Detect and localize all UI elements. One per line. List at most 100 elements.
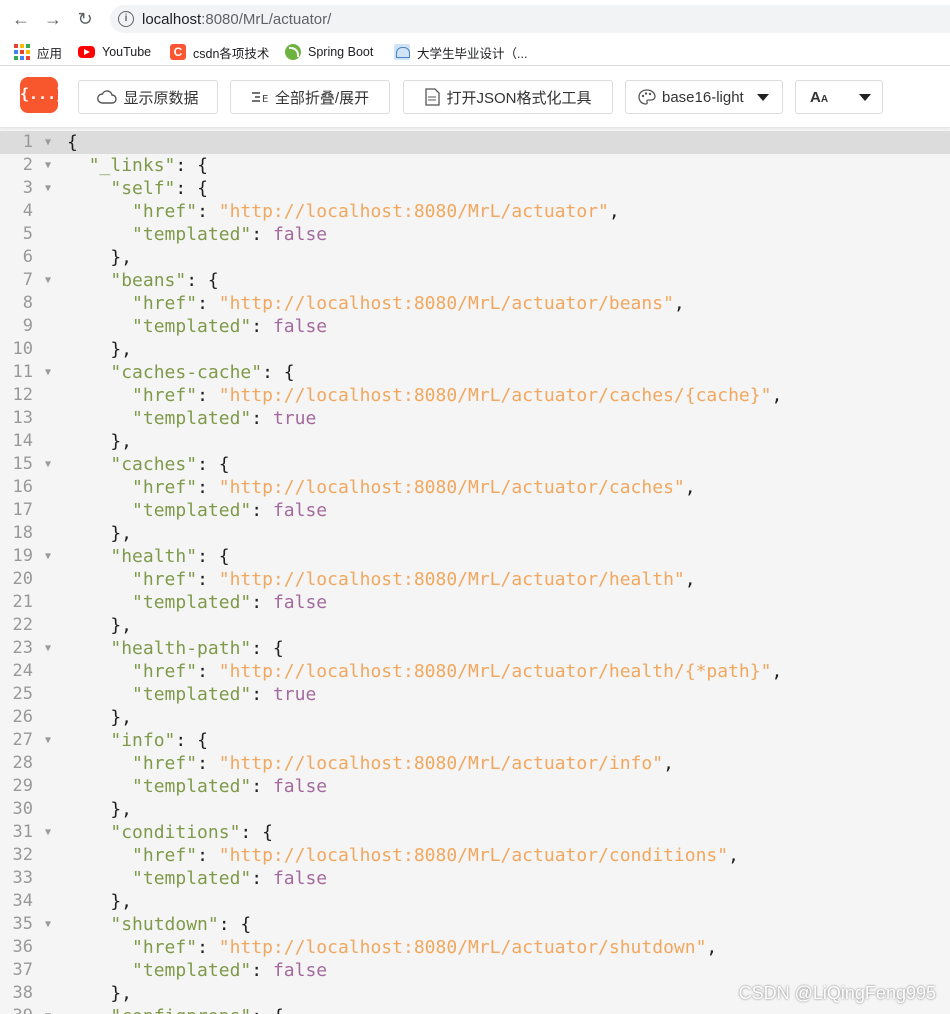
fold-toggle-icon[interactable]: ▼	[45, 453, 51, 476]
bookmark-label: csdn各项技术	[193, 46, 270, 61]
theme-select[interactable]: base16-light	[625, 80, 783, 114]
show-raw-button[interactable]: 显示原数据	[78, 80, 218, 114]
url-field[interactable]: i localhost:8080/MrL/actuator/	[110, 5, 950, 33]
url-text: localhost:8080/MrL/actuator/	[142, 11, 331, 28]
line-number: 8	[22, 293, 33, 313]
bookmark-graduation-design[interactable]: 大学生毕业设计（...	[394, 42, 527, 62]
palette-icon	[638, 89, 656, 105]
fold-toggle-icon[interactable]: ▼	[45, 131, 51, 154]
forward-arrow-icon[interactable]: →	[40, 7, 66, 31]
browser-address-bar: ← → ↻ i localhost:8080/MrL/actuator/	[0, 0, 950, 38]
fold-toggle-icon[interactable]: ▼	[45, 913, 51, 936]
fold-toggle-icon[interactable]: ▼	[45, 177, 51, 200]
bookmark-label: YouTube	[102, 45, 152, 59]
back-arrow-icon[interactable]: ←	[8, 7, 34, 31]
code-line: 28 "href": "http://localhost:8080/MrL/ac…	[0, 752, 950, 775]
fold-toggle-button[interactable]: E 全部折叠/展开	[230, 80, 390, 114]
line-number: 29	[12, 776, 33, 796]
fold-toggle-icon[interactable]: ▼	[45, 545, 51, 568]
line-number: 16	[12, 477, 33, 497]
bookmark-youtube[interactable]: YouTube	[78, 42, 151, 62]
youtube-icon	[78, 46, 95, 58]
code-text: "href": "http://localhost:8080/MrL/actua…	[132, 845, 739, 866]
code-line: 32 "href": "http://localhost:8080/MrL/ac…	[0, 844, 950, 867]
code-line: 2 ▼ "_links": {	[0, 154, 950, 177]
code-line: 14 },	[0, 430, 950, 453]
site-info-icon[interactable]: i	[118, 11, 134, 27]
open-formatter-button[interactable]: 打开JSON格式化工具	[403, 80, 613, 114]
code-line: 37 "templated": false	[0, 959, 950, 982]
line-number: 24	[12, 661, 33, 681]
code-text: "configprops": {	[67, 1005, 283, 1014]
fold-toggle-icon[interactable]: ▼	[45, 269, 51, 292]
chevron-down-icon	[757, 94, 769, 101]
bookmark-label: 应用	[37, 46, 63, 61]
code-line: 35 ▼ "shutdown": {	[0, 913, 950, 936]
code-line: 29 "templated": false	[0, 775, 950, 798]
line-number: 2	[22, 155, 33, 175]
code-line: 16 "href": "http://localhost:8080/MrL/ac…	[0, 476, 950, 499]
code-line: 26 },	[0, 706, 950, 729]
csdn-icon: C	[170, 44, 186, 60]
fold-toggle-icon[interactable]: ▼	[45, 821, 51, 844]
code-text: "templated": false	[132, 224, 328, 245]
code-text: "self": {	[110, 178, 208, 199]
line-number: 13	[12, 408, 33, 428]
code-line: 27 ▼ "info": {	[0, 729, 950, 752]
line-number: 28	[12, 753, 33, 773]
line-number: 4	[22, 201, 33, 221]
code-text: "templated": true	[132, 684, 317, 705]
json-viewer-toolbar: {...} 显示原数据 E 全部折叠/展开 打开JSON格式化工具 base16…	[0, 66, 950, 128]
font-size-label: A	[810, 88, 821, 106]
code-text: "href": "http://localhost:8080/MrL/actua…	[132, 569, 696, 590]
line-number: 37	[12, 960, 33, 980]
bookmark-spring-boot[interactable]: Spring Boot	[285, 42, 373, 62]
fold-toggle-icon[interactable]: ▼	[45, 637, 51, 660]
code-line: 9 "templated": false	[0, 315, 950, 338]
code-text: "href": "http://localhost:8080/MrL/actua…	[132, 937, 718, 958]
code-line: 20 "href": "http://localhost:8080/MrL/ac…	[0, 568, 950, 591]
line-number: 36	[12, 937, 33, 957]
line-number: 25	[12, 684, 33, 704]
code-text: {	[67, 132, 78, 153]
line-number: 23	[12, 638, 33, 658]
fold-toggle-icon[interactable]: ▼	[45, 1005, 51, 1014]
line-number: 9	[22, 316, 33, 336]
reload-icon[interactable]: ↻	[72, 7, 98, 31]
line-number: 39	[0, 1005, 33, 1014]
bookmark-csdn[interactable]: C csdn各项技术	[170, 42, 269, 62]
json-viewer-logo[interactable]: {...}	[20, 77, 65, 113]
fold-toggle-icon[interactable]: ▼	[45, 361, 51, 384]
line-number: 19	[12, 546, 33, 566]
code-line: 11 ▼ "caches-cache": {	[0, 361, 950, 384]
code-text: },	[67, 799, 133, 820]
line-number: 35	[12, 914, 33, 934]
fold-lines-icon: E	[251, 90, 269, 104]
code-line: 13 "templated": true	[0, 407, 950, 430]
code-line: 36 "href": "http://localhost:8080/MrL/ac…	[0, 936, 950, 959]
font-size-select[interactable]: AA	[795, 80, 883, 114]
json-file-icon	[424, 88, 441, 106]
code-text: "shutdown": {	[110, 914, 252, 935]
fold-toggle-icon[interactable]: ▼	[45, 154, 51, 177]
line-number: 21	[12, 592, 33, 612]
code-text: "info": {	[110, 730, 208, 751]
watermark: CSDN @LiQingFeng995	[738, 983, 936, 1003]
code-text: "caches": {	[110, 454, 230, 475]
spring-icon	[285, 44, 301, 60]
line-number: 6	[22, 247, 33, 267]
code-line: 23 ▼ "health-path": {	[0, 637, 950, 660]
code-text: },	[67, 891, 133, 912]
line-number: 10	[12, 339, 33, 359]
bookmark-apps[interactable]: 应用	[14, 42, 62, 62]
code-text: "templated": true	[132, 408, 317, 429]
line-number: 33	[12, 868, 33, 888]
code-text: },	[67, 339, 133, 360]
code-line: 1 ▼ {	[0, 131, 950, 154]
apps-grid-icon	[14, 44, 30, 60]
code-text: "href": "http://localhost:8080/MrL/actua…	[132, 293, 685, 314]
fold-toggle-icon[interactable]: ▼	[45, 729, 51, 752]
theme-value: base16-light	[662, 88, 744, 106]
code-line: 3 ▼ "self": {	[0, 177, 950, 200]
code-line: 18 },	[0, 522, 950, 545]
